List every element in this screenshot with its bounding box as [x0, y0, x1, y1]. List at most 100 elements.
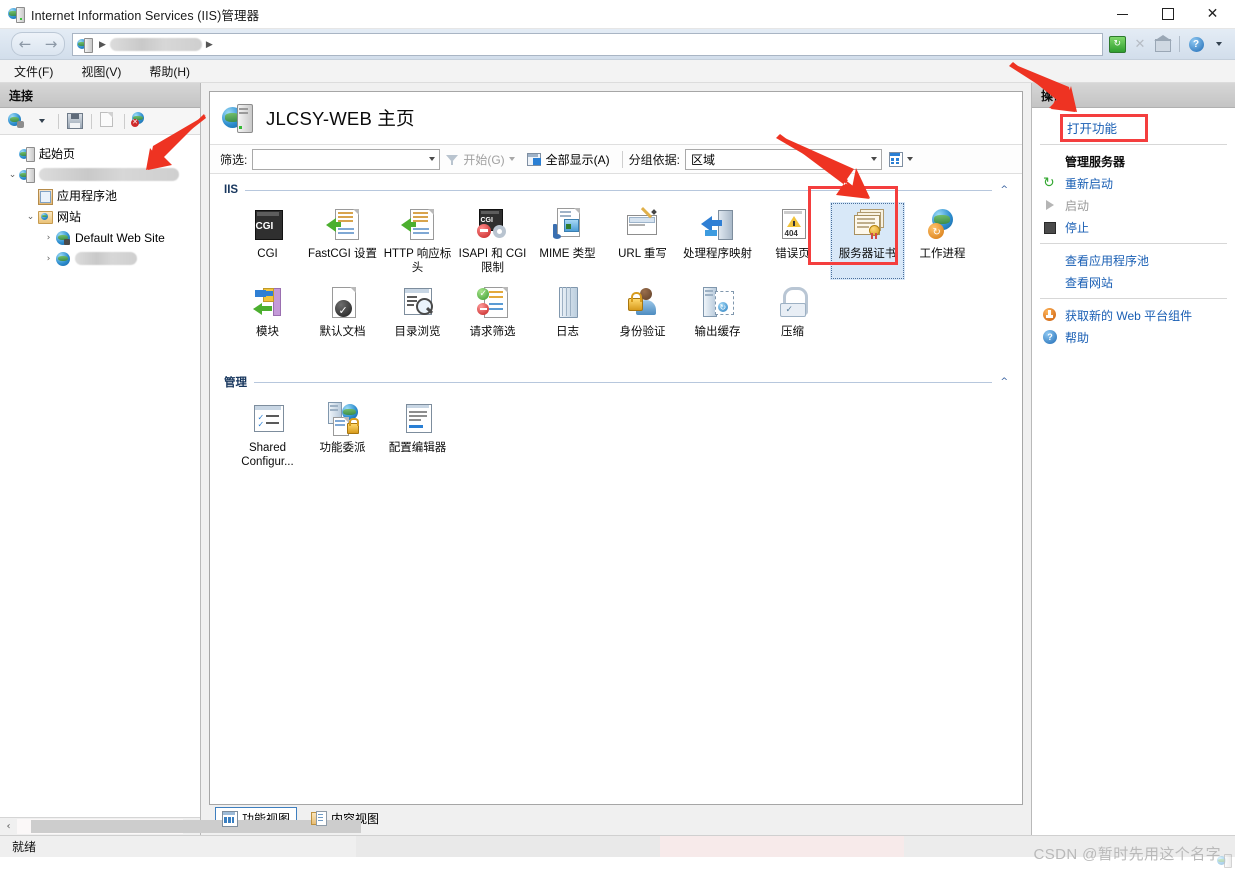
connections-toolbar: ✕	[0, 108, 200, 135]
feature-logging[interactable]: 日志	[530, 280, 605, 358]
actions-list: 打开功能 管理服务器 ↻ 重新启动 启动 停止 查看应用程序池 查看网站 获取新…	[1032, 108, 1235, 348]
connect-dropdown-caret-icon[interactable]	[31, 111, 53, 131]
actions-divider-3	[1040, 298, 1227, 299]
save-icon[interactable]	[64, 111, 86, 131]
help-icon[interactable]: ?	[1186, 34, 1206, 54]
refresh-icon[interactable]: ↻	[1107, 34, 1127, 54]
chevron-down-icon[interactable]	[871, 157, 878, 161]
action-get-web-platform-components[interactable]: 获取新的 Web 平台组件	[1032, 304, 1235, 326]
tree-item-label-redacted	[39, 168, 179, 181]
tree-chevron-expanded[interactable]: ⌄	[6, 168, 19, 181]
feature-server-certificates[interactable]: 服务器证书	[830, 202, 905, 280]
collapse-icon[interactable]: ^	[1000, 377, 1008, 387]
connections-horizontal-scrollbar[interactable]: ‹ ›	[0, 817, 361, 835]
feature-handler-mappings[interactable]: 处理程序映射	[680, 202, 755, 280]
funnel-icon	[446, 153, 459, 166]
close-button[interactable]: ✕	[1190, 0, 1235, 28]
breadcrumb-root-icon	[77, 37, 93, 53]
help-icon: ?	[1042, 329, 1058, 345]
feature-output-caching[interactable]: ↻ 输出缓存	[680, 280, 755, 358]
feature-request-filtering[interactable]: ✓ 请求筛选	[455, 280, 530, 358]
action-restart[interactable]: ↻ 重新启动	[1032, 172, 1235, 194]
breadcrumb-address-field[interactable]: ▶ ▶	[72, 32, 1103, 56]
tree-item-site-redacted[interactable]: ›	[0, 248, 200, 269]
connect-icon[interactable]	[6, 111, 28, 131]
group-by-select[interactable]: 区域	[685, 148, 883, 170]
feature-url-rewrite[interactable]: URL 重写	[605, 202, 680, 280]
tree-chevron-collapsed[interactable]: ›	[42, 252, 55, 265]
connections-tree: 起始页 ⌄ 应用程序池 ⌄ 网站 › Default Web Site ›	[0, 135, 200, 817]
show-all-button[interactable]: 全部显示(A)	[521, 149, 616, 169]
show-all-label: 全部显示(A)	[545, 152, 610, 167]
chevron-down-icon[interactable]	[508, 157, 515, 161]
authentication-icon	[626, 286, 660, 320]
tree-chevron-collapsed[interactable]: ›	[42, 231, 55, 244]
menu-view[interactable]: 视图(V)	[77, 61, 125, 82]
open-feature-link[interactable]: 打开功能	[1065, 121, 1119, 137]
menu-file[interactable]: 文件(F)	[10, 61, 57, 82]
filter-input[interactable]	[252, 148, 441, 170]
scroll-left-icon[interactable]: ‹	[0, 819, 17, 834]
tree-item-default-web-site[interactable]: › Default Web Site	[0, 227, 200, 248]
maximize-button[interactable]	[1145, 0, 1190, 28]
request-filtering-icon: ✓	[476, 286, 510, 320]
tree-item-start-page[interactable]: 起始页	[0, 143, 200, 164]
chevron-down-icon[interactable]	[907, 157, 914, 161]
menu-help[interactable]: 帮助(H)	[145, 61, 194, 82]
features-area: IIS ^ CGI CGI FastCGI 设置 HTTP 响应标头 CGI I…	[210, 174, 1022, 804]
feature-http-response-headers[interactable]: HTTP 响应标头	[380, 202, 455, 280]
window-title: Internet Information Services (IIS)管理器	[31, 8, 260, 23]
back-button[interactable]: ←	[11, 32, 38, 56]
feature-fastcgi-settings[interactable]: FastCGI 设置	[305, 202, 380, 280]
help-dropdown-caret-icon[interactable]	[1209, 34, 1229, 54]
action-label: 查看应用程序池	[1065, 253, 1150, 268]
feature-view-container: JLCSY-WEB 主页 筛选: 开始(G) 全部显示(A) 分组依据: 区域 …	[209, 91, 1023, 805]
output-caching-icon: ↻	[701, 286, 735, 320]
disconnect-icon[interactable]: ✕	[130, 111, 152, 131]
feature-default-document[interactable]: ✓ 默认文档	[305, 280, 380, 358]
tree-item-server[interactable]: ⌄	[0, 164, 200, 185]
feature-configuration-editor[interactable]: 配置编辑器	[380, 396, 455, 474]
feature-delegation[interactable]: 功能委派	[305, 396, 380, 474]
tree-item-label: 起始页	[39, 147, 76, 161]
actions-divider-2	[1040, 243, 1227, 244]
feature-label: 配置编辑器	[388, 442, 447, 454]
feature-error-pages[interactable]: 404 错误页	[755, 202, 830, 280]
feature-worker-processes[interactable]: ↻ 工作进程	[905, 202, 980, 280]
action-view-application-pools[interactable]: 查看应用程序池	[1032, 249, 1235, 271]
chevron-down-icon[interactable]	[429, 157, 436, 161]
home-icon[interactable]	[1153, 34, 1173, 54]
tree-item-sites[interactable]: ⌄ 网站	[0, 206, 200, 227]
group-title: 管理	[224, 377, 247, 389]
feature-isapi-cgi-restrictions[interactable]: CGI ISAPI 和 CGI 限制	[455, 202, 530, 280]
isapi-cgi-restrictions-icon: CGI	[476, 208, 510, 242]
scrollbar-track[interactable]	[17, 819, 361, 834]
feature-shared-configuration[interactable]: ✓ ✓ Shared Configur...	[230, 396, 305, 474]
feature-label: 工作进程	[919, 248, 966, 260]
breadcrumb-server-name-redacted[interactable]	[109, 37, 202, 51]
tree-item-application-pools[interactable]: 应用程序池	[0, 185, 200, 206]
tree-item-label: 应用程序池	[57, 189, 118, 203]
status-cell-2	[356, 836, 660, 857]
go-button[interactable]: 开始(G)	[440, 149, 520, 169]
action-view-sites[interactable]: 查看网站	[1032, 271, 1235, 293]
action-stop[interactable]: 停止	[1032, 216, 1235, 238]
group-rule	[245, 189, 993, 191]
feature-modules[interactable]: 模块	[230, 280, 305, 358]
forward-button[interactable]: →	[38, 32, 65, 56]
action-help[interactable]: ? 帮助	[1032, 326, 1235, 348]
view-mode-button[interactable]	[882, 149, 919, 169]
feature-mime-types[interactable]: MIME 类型	[530, 202, 605, 280]
feature-authentication[interactable]: 身份验证	[605, 280, 680, 358]
directory-browsing-icon	[401, 286, 435, 320]
error-pages-icon: 404	[776, 208, 810, 242]
feature-cgi[interactable]: CGI CGI	[230, 202, 305, 280]
feature-compression[interactable]: ✓ 压缩	[755, 280, 830, 358]
minimize-button[interactable]	[1100, 0, 1145, 28]
collapse-icon[interactable]: ^	[1000, 185, 1008, 195]
feature-delegation-icon	[326, 402, 360, 436]
window-controls: ✕	[1100, 0, 1235, 28]
tree-chevron-expanded[interactable]: ⌄	[24, 210, 37, 223]
breadcrumb-separator-1: ▶	[99, 38, 106, 49]
feature-directory-browsing[interactable]: 目录浏览	[380, 280, 455, 358]
